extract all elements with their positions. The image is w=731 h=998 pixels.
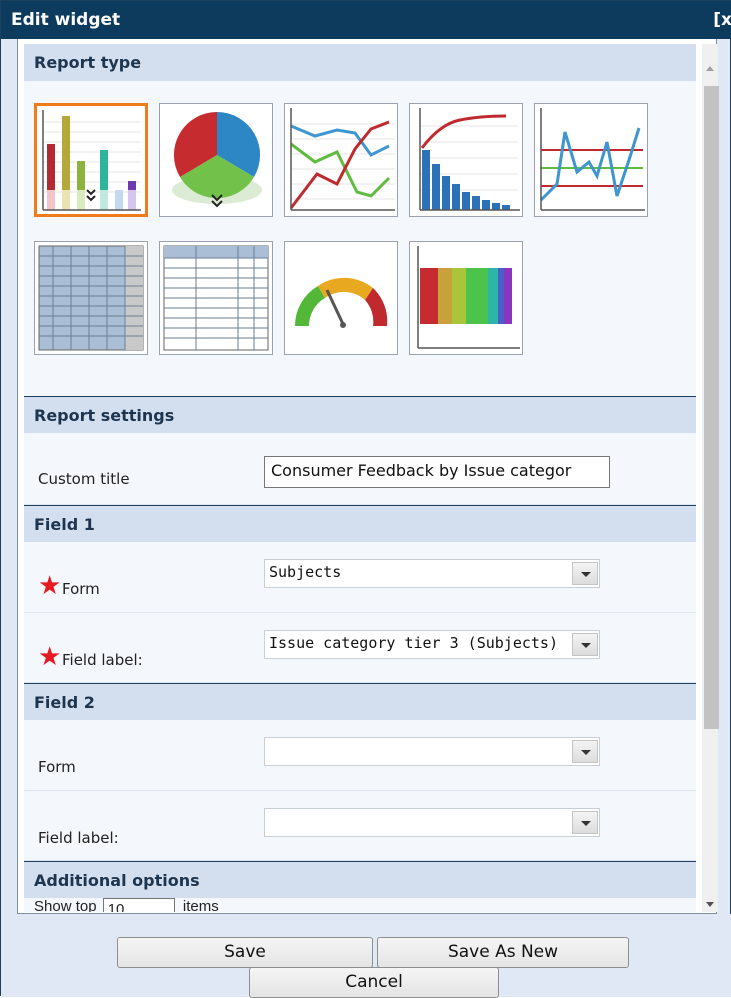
pie-chart-icon [172, 111, 262, 208]
gauge-icon [294, 277, 388, 328]
field1-field-select[interactable]: Issue category tier 3 (Subjects) [264, 630, 600, 659]
field2-label-row: Field label: [24, 791, 696, 861]
dialog-footer: Save Save As New Cancel [1, 914, 731, 998]
dropdown-arrow-icon[interactable] [572, 562, 598, 585]
report-type-grid [24, 81, 696, 396]
dialog-title: Edit widget [11, 10, 121, 30]
field2-field-label: Field label: [38, 829, 119, 847]
section-additional-options: Additional options [24, 861, 696, 898]
dropdown-arrow-icon[interactable] [572, 740, 598, 763]
save-as-new-button[interactable]: Save As New [377, 937, 629, 968]
report-type-gauge[interactable] [284, 241, 398, 355]
line-chart-icon [289, 108, 395, 211]
field1-form-value: Subjects [269, 563, 342, 581]
items-label: items [182, 898, 219, 912]
required-icon: ★ [38, 641, 62, 671]
show-top-label: Show top [34, 898, 97, 912]
report-type-pie-chart[interactable] [159, 103, 273, 217]
bar-chart-icon [42, 110, 141, 211]
cancel-button[interactable]: Cancel [249, 967, 499, 998]
scroll-down-icon[interactable] [706, 902, 714, 907]
field2-field-select[interactable] [264, 808, 600, 837]
report-type-bar-chart[interactable] [34, 103, 148, 217]
report-type-line-chart[interactable] [284, 103, 398, 217]
custom-title-row: Custom title Consumer Feedback by Issue … [24, 433, 696, 505]
vertical-scrollbar[interactable] [702, 44, 719, 912]
close-button[interactable]: [x [713, 10, 731, 30]
show-top-row: Show top 10 items [34, 898, 219, 912]
field1-form-label: Form [62, 580, 100, 598]
save-button[interactable]: Save [117, 937, 373, 968]
dropdown-arrow-icon[interactable] [572, 633, 598, 656]
field1-form-row: ★ Form Subjects [24, 542, 696, 613]
field1-field-value: Issue category tier 3 (Subjects) [269, 634, 558, 652]
control-chart-icon [539, 108, 645, 211]
custom-title-label: Custom title [38, 470, 130, 488]
field1-field-label: Field label: [62, 651, 143, 669]
dropdown-arrow-icon[interactable] [572, 811, 598, 834]
required-icon: ★ [38, 570, 62, 600]
show-top-input[interactable]: 10 [102, 898, 175, 912]
section-report-settings: Report settings [24, 396, 696, 433]
section-field-1: Field 1 [24, 505, 696, 542]
plain-table-icon [163, 245, 269, 351]
color-bar-icon [417, 246, 520, 349]
section-report-type: Report type [24, 44, 696, 81]
dialog-titlebar: Edit widget [x [1, 1, 731, 39]
report-type-control-chart[interactable] [534, 103, 648, 217]
field2-form-row: Form [24, 720, 696, 791]
field1-label-row: ★ Field label: Issue category tier 3 (Su… [24, 613, 696, 683]
scroll-content: Report type Report settings Custom title… [24, 44, 696, 912]
section-field-2: Field 2 [24, 683, 696, 720]
scrollbar-thumb[interactable] [704, 86, 719, 729]
report-type-color-bar[interactable] [409, 241, 523, 355]
custom-title-input[interactable]: Consumer Feedback by Issue categor [264, 456, 610, 488]
report-type-pareto-chart[interactable] [409, 103, 523, 217]
field1-form-select[interactable]: Subjects [264, 559, 600, 588]
pareto-chart-icon [419, 108, 520, 211]
field2-form-select[interactable] [264, 737, 600, 766]
grid-table-icon [38, 245, 144, 351]
field2-form-label: Form [38, 758, 76, 776]
report-type-plain-table[interactable] [159, 241, 273, 355]
report-type-grid-table[interactable] [34, 241, 148, 355]
scroll-up-icon[interactable] [706, 66, 714, 71]
dialog-body: Report type Report settings Custom title… [17, 39, 719, 914]
edit-widget-dialog: Edit widget [x Report type Report settin… [0, 0, 731, 998]
